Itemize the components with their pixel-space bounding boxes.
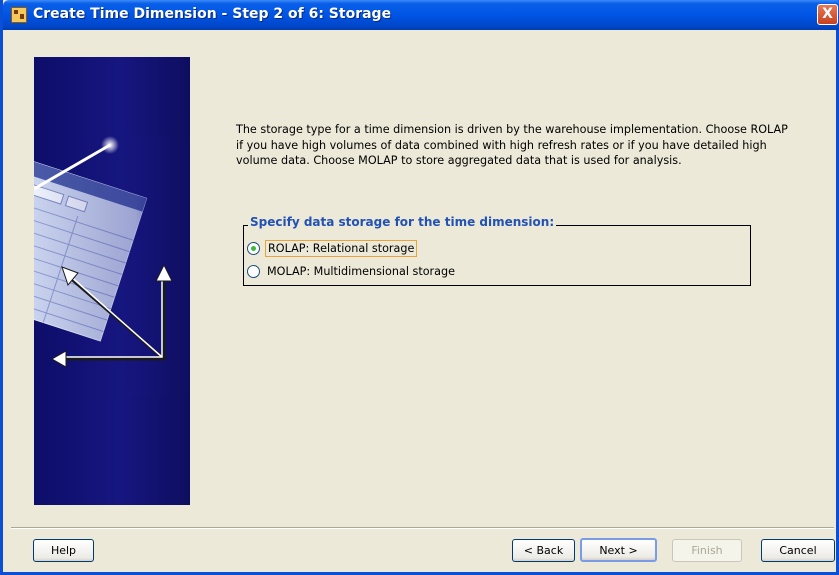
back-button[interactable]: < Back: [512, 539, 575, 562]
footer-separator: [11, 527, 834, 529]
close-button[interactable]: X: [817, 4, 838, 25]
molap-radio[interactable]: [247, 264, 260, 278]
rolap-option[interactable]: ROLAP: Relational storage: [247, 239, 418, 257]
finish-button[interactable]: Finish: [672, 539, 742, 562]
title-bar[interactable]: Create Time Dimension - Step 2 of 6: Sto…: [3, 0, 839, 30]
molap-option[interactable]: MOLAP: Multidimensional storage: [247, 262, 457, 280]
window-title: Create Time Dimension - Step 2 of 6: Sto…: [33, 6, 392, 22]
rolap-radio[interactable]: [247, 241, 260, 255]
rolap-label[interactable]: ROLAP: Relational storage: [265, 239, 418, 257]
wizard-window: Create Time Dimension - Step 2 of 6: Sto…: [0, 0, 839, 575]
close-icon: X: [822, 6, 833, 22]
next-button[interactable]: Next >: [580, 538, 657, 562]
storage-group-legend: Specify data storage for the time dimens…: [248, 215, 557, 229]
molap-label[interactable]: MOLAP: Multidimensional storage: [265, 264, 457, 279]
cancel-button[interactable]: Cancel: [761, 539, 835, 562]
app-icon: [11, 7, 27, 23]
description-text: The storage type for a time dimension is…: [236, 123, 788, 168]
help-button[interactable]: Help: [33, 539, 94, 562]
wizard-illustration: [34, 57, 190, 505]
wizard-illustration-icon: [34, 136, 190, 397]
